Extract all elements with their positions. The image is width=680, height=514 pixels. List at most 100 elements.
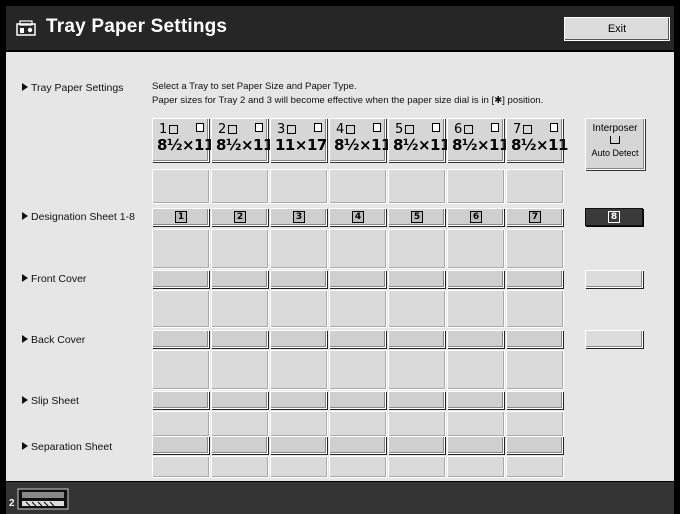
grid-cell	[211, 411, 269, 437]
designation-button-2[interactable]: 2	[211, 208, 268, 226]
tray-paper-size: 8½×11	[334, 136, 391, 154]
tray-button-7[interactable]: 7 8½×11	[506, 118, 568, 162]
slot-number: 7	[529, 211, 541, 223]
grid-cell	[388, 229, 446, 269]
tray-button-1[interactable]: 1 8½×11	[152, 118, 214, 162]
designation-button-3[interactable]: 3	[270, 208, 327, 226]
back-cover-tray-button-3[interactable]	[270, 330, 327, 348]
front-cover-tray-button-5[interactable]	[388, 270, 445, 288]
back-cover-interposer-button[interactable]	[585, 330, 643, 348]
back-cover-tray-button-5[interactable]	[388, 330, 445, 348]
paper-tray-icon	[523, 125, 533, 134]
grid-cell	[270, 169, 328, 204]
row-label-front-cover: Front Cover	[22, 273, 86, 285]
tray-settings-icon	[16, 20, 36, 36]
slip-sheet-tray-button-7[interactable]	[506, 391, 563, 409]
front-cover-tray-button-1[interactable]	[152, 270, 209, 288]
front-cover-interposer-button[interactable]	[585, 270, 643, 288]
interposer-button[interactable]: Interposer Auto Detect	[585, 118, 645, 170]
tray-button-5[interactable]: 5 8½×11	[388, 118, 450, 162]
paper-orientation-icon	[196, 123, 204, 132]
grid-cell	[211, 169, 269, 204]
slip-sheet-tray-button-4[interactable]	[329, 391, 386, 409]
grid-cell	[152, 411, 210, 437]
slip-sheet-tray-button-6[interactable]	[447, 391, 504, 409]
grid-cell	[506, 456, 564, 478]
tray-button-3[interactable]: 3 11×17	[270, 118, 327, 162]
row-label-back-cover: Back Cover	[22, 334, 85, 346]
back-cover-tray-button-4[interactable]	[329, 330, 386, 348]
back-cover-tray-button-7[interactable]	[506, 330, 563, 348]
front-cover-tray-button-3[interactable]	[270, 270, 327, 288]
status-bar: 2	[6, 482, 674, 514]
tray-paper-size: 8½×11	[157, 136, 214, 154]
back-cover-tray-button-1[interactable]	[152, 330, 209, 348]
tray-button-4[interactable]: 4 8½×11	[329, 118, 391, 162]
grid-cell	[506, 169, 564, 204]
tray-number: 6	[454, 122, 474, 137]
separation-sheet-tray-button-4[interactable]	[329, 436, 386, 454]
tray-number: 7	[513, 122, 533, 137]
front-cover-tray-button-2[interactable]	[211, 270, 268, 288]
designation-button-8[interactable]: 8	[585, 208, 643, 226]
row-label-slip-sheet: Slip Sheet	[22, 395, 79, 407]
grid-cell	[447, 350, 505, 390]
slot-number: 8	[608, 211, 620, 223]
arrow-icon	[22, 335, 28, 343]
instruction-line-2: Paper sizes for Tray 2 and 3 will become…	[152, 95, 544, 106]
paper-orientation-icon	[314, 123, 322, 132]
tray-icon	[610, 136, 620, 144]
slip-sheet-tray-button-3[interactable]	[270, 391, 327, 409]
grid-cell	[270, 290, 328, 328]
back-cover-tray-button-6[interactable]	[447, 330, 504, 348]
grid-cell	[152, 290, 210, 328]
tray-number: 2	[218, 122, 238, 137]
separation-sheet-tray-button-1[interactable]	[152, 436, 209, 454]
tray-button-6[interactable]: 6 8½×11	[447, 118, 509, 162]
grid-cell	[152, 456, 210, 478]
tray-button-2[interactable]: 2 8½×11	[211, 118, 273, 162]
row-label-tray-paper-settings: Tray Paper Settings	[22, 82, 123, 94]
designation-button-6[interactable]: 6	[447, 208, 504, 226]
status-counter: 2	[9, 498, 15, 509]
slip-sheet-tray-button-5[interactable]	[388, 391, 445, 409]
tray-number: 3	[277, 122, 297, 137]
separation-sheet-tray-button-5[interactable]	[388, 436, 445, 454]
slip-sheet-tray-button-2[interactable]	[211, 391, 268, 409]
grid-cell	[388, 290, 446, 328]
tray-number: 5	[395, 122, 415, 137]
designation-button-7[interactable]: 7	[506, 208, 563, 226]
separation-sheet-tray-button-6[interactable]	[447, 436, 504, 454]
front-cover-tray-button-4[interactable]	[329, 270, 386, 288]
designation-button-5[interactable]: 5	[388, 208, 445, 226]
front-cover-tray-button-6[interactable]	[447, 270, 504, 288]
grid-cell	[329, 169, 387, 204]
front-cover-tray-button-7[interactable]	[506, 270, 563, 288]
grid-cell	[329, 290, 387, 328]
row-label-designation-sheet: Designation Sheet 1-8	[22, 211, 135, 223]
grid-cell	[329, 229, 387, 269]
slip-sheet-tray-button-1[interactable]	[152, 391, 209, 409]
grid-cell	[211, 350, 269, 390]
slot-number: 4	[352, 211, 364, 223]
paper-tray-icon	[287, 125, 297, 134]
row-label-separation-sheet: Separation Sheet	[22, 441, 112, 453]
tray-paper-size: 8½×11	[511, 136, 568, 154]
title-bar: Tray Paper Settings Exit	[6, 6, 674, 50]
grid-cell	[211, 229, 269, 269]
grid-cell	[506, 229, 564, 269]
designation-button-4[interactable]: 4	[329, 208, 386, 226]
separation-sheet-tray-button-7[interactable]	[506, 436, 563, 454]
separation-sheet-tray-button-3[interactable]	[270, 436, 327, 454]
back-cover-tray-button-2[interactable]	[211, 330, 268, 348]
exit-button[interactable]: Exit	[564, 17, 670, 41]
designation-button-1[interactable]: 1	[152, 208, 209, 226]
grid-cell	[152, 169, 210, 204]
interposer-mode: Auto Detect	[591, 148, 639, 158]
grid-cell	[447, 290, 505, 328]
page-title: Tray Paper Settings	[46, 16, 228, 37]
slot-number: 1	[175, 211, 187, 223]
instruction-line-1: Select a Tray to set Paper Size and Pape…	[152, 81, 357, 92]
separation-sheet-tray-button-2[interactable]	[211, 436, 268, 454]
tray-paper-size: 8½×11	[452, 136, 509, 154]
